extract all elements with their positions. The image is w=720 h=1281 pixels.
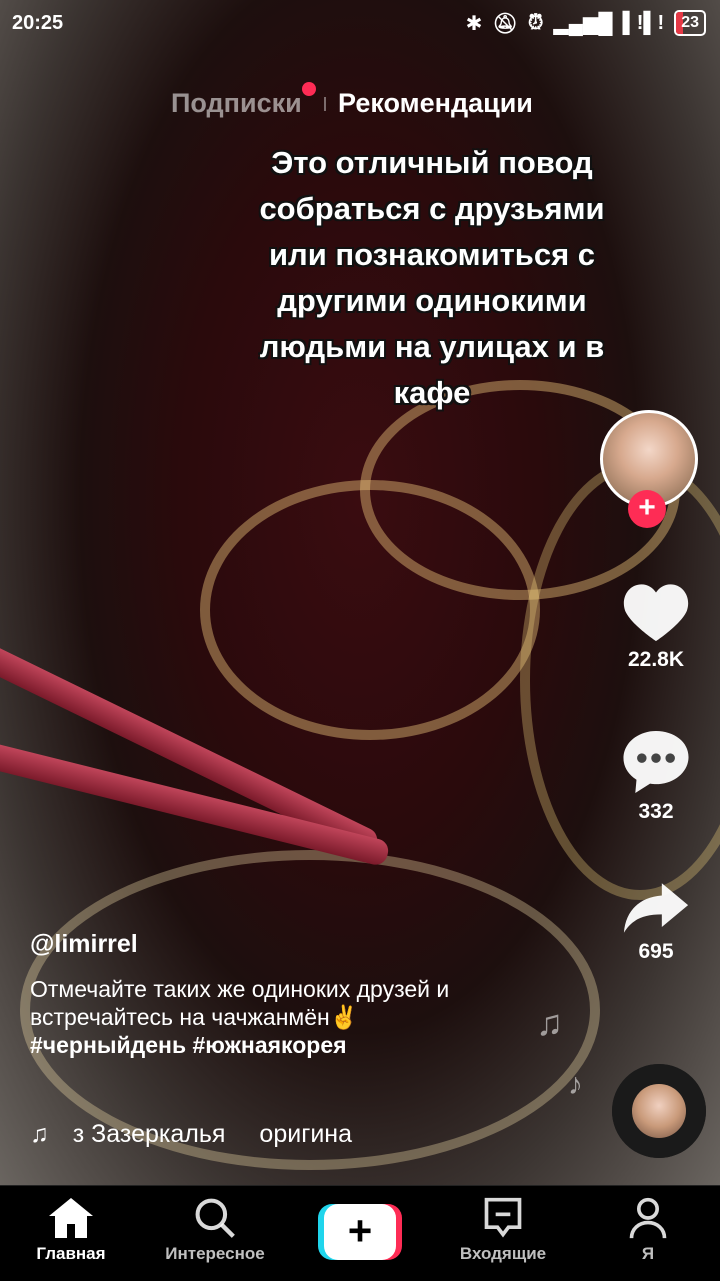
music-title-original: оригина — [259, 1120, 352, 1148]
signal-icon: ▌!▌! — [622, 11, 665, 34]
post-description: Отмечайте таких же одиноких друзей и вст… — [30, 975, 490, 1059]
notification-dot — [302, 82, 316, 96]
bottom-navigation: Главная Интересное + Входящие Я — [0, 1185, 720, 1281]
comment-icon — [623, 730, 689, 794]
battery-indicator: 23 — [674, 10, 706, 36]
nav-inbox[interactable]: Входящие — [438, 1196, 568, 1264]
tab-divider — [324, 97, 326, 111]
create-button[interactable]: + — [318, 1204, 402, 1260]
profile-icon — [629, 1197, 667, 1239]
music-disc-cover — [632, 1084, 686, 1138]
nav-discover[interactable]: Интересное — [150, 1196, 280, 1264]
mute-icon: 🔕︎ — [492, 12, 518, 35]
heart-icon — [623, 584, 689, 642]
follow-button[interactable]: + — [628, 490, 666, 528]
share-button[interactable]: 695 — [606, 880, 706, 964]
creator-username[interactable]: @limirrel — [30, 930, 490, 959]
comment-button[interactable]: 332 — [606, 728, 706, 824]
plus-icon: + — [324, 1204, 396, 1260]
nav-discover-label: Интересное — [165, 1244, 265, 1263]
music-note-icon: ♪ — [568, 1068, 583, 1101]
share-count: 695 — [638, 940, 674, 963]
alarm-icon: ⏰︎ — [527, 11, 544, 34]
nav-profile[interactable]: Я — [583, 1196, 713, 1264]
share-icon — [623, 883, 689, 933]
music-disc[interactable] — [612, 1064, 706, 1158]
signal-icon: ▂▄▆█ — [553, 12, 613, 35]
nav-home-label: Главная — [36, 1244, 106, 1263]
status-icons: ✱ 🔕︎ ⏰︎ ▂▄▆█ ▌!▌! 23 — [466, 10, 706, 36]
nav-home[interactable]: Главная — [6, 1196, 136, 1264]
noodle-shape — [200, 480, 540, 740]
search-icon — [195, 1198, 235, 1238]
inbox-icon — [484, 1197, 522, 1238]
music-icon: ♫ — [30, 1120, 49, 1148]
bluetooth-icon: ✱ — [465, 12, 483, 35]
status-bar: 20:25 ✱ 🔕︎ ⏰︎ ▂▄▆█ ▌!▌! 23 — [0, 0, 720, 48]
home-icon — [49, 1198, 93, 1238]
tab-for-you[interactable]: Рекомендации — [338, 88, 533, 119]
hashtag-link[interactable]: #черныйдень — [30, 1032, 186, 1058]
status-time: 20:25 — [12, 12, 64, 34]
tab-following[interactable]: Подписки — [171, 88, 302, 119]
like-count: 22.8K — [627, 648, 685, 671]
like-button[interactable]: 22.8K — [606, 580, 706, 672]
music-note-icon: ♫ — [536, 1002, 563, 1043]
nav-profile-label: Я — [641, 1244, 655, 1263]
post-caption: @limirrel Отмечайте таких же одиноких др… — [30, 930, 490, 1059]
music-ticker[interactable]: ♫ з Зазеркалья оригина — [30, 1120, 352, 1149]
description-text: Отмечайте таких же одиноких друзей и вст… — [30, 976, 450, 1030]
music-title: з Зазеркалья — [72, 1120, 226, 1148]
comment-count: 332 — [638, 800, 674, 823]
hashtag-link[interactable]: #южнаякорея — [192, 1032, 346, 1058]
nav-inbox-label: Входящие — [459, 1244, 547, 1263]
video-overlay-caption: Это отличный повод собраться с друзьями … — [259, 145, 605, 410]
battery-level: 23 — [681, 14, 699, 31]
